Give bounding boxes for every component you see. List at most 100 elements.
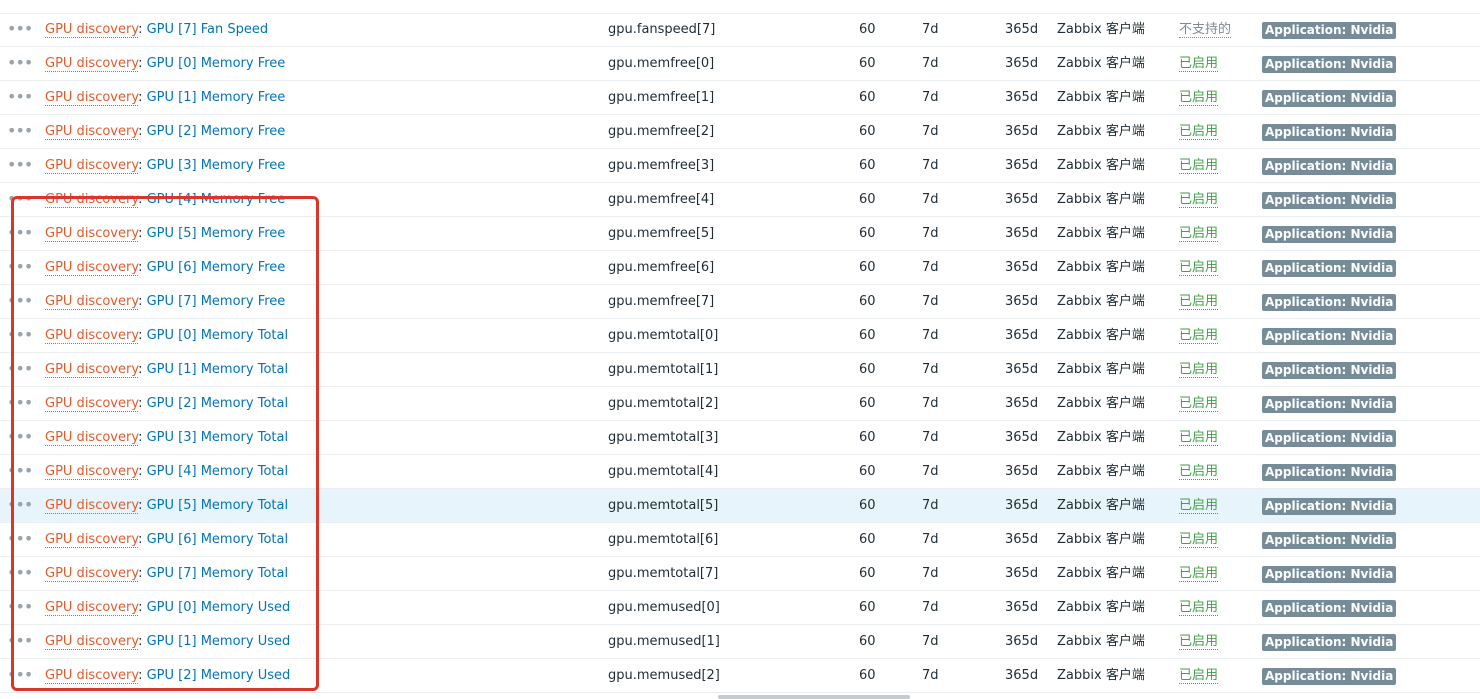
discovery-rule-link[interactable]: GPU discovery: [45, 158, 139, 174]
ellipsis-icon[interactable]: •••: [7, 421, 33, 454]
item-name-link[interactable]: GPU [1] Memory Used: [147, 634, 291, 649]
application-tag[interactable]: Application: Nvidia: [1262, 668, 1397, 685]
status-toggle[interactable]: 已启用: [1179, 217, 1219, 250]
item-name-link[interactable]: GPU [0] Memory Free: [147, 56, 286, 71]
table-row[interactable]: ••• GPU discovery: GPU [6] Memory Free gpu…: [0, 251, 1480, 285]
item-name-link[interactable]: GPU [4] Memory Free: [147, 192, 286, 207]
horizontal-scrollbar[interactable]: [718, 695, 910, 699]
table-row[interactable]: ••• GPU discovery: GPU [6] Memory Total gp…: [0, 523, 1480, 557]
item-name-link[interactable]: GPU [0] Memory Used: [147, 600, 291, 615]
discovery-rule-link[interactable]: GPU discovery: [45, 192, 139, 208]
application-tag[interactable]: Application: Nvidia: [1262, 124, 1397, 141]
discovery-rule-link[interactable]: GPU discovery: [45, 464, 139, 480]
discovery-rule-link[interactable]: GPU discovery: [45, 600, 139, 616]
ellipsis-icon[interactable]: •••: [7, 557, 33, 590]
application-tag[interactable]: Application: Nvidia: [1262, 532, 1397, 549]
status-toggle[interactable]: 已启用: [1179, 523, 1219, 556]
item-name-link[interactable]: GPU [4] Memory Total: [147, 464, 288, 479]
table-row[interactable]: ••• GPU discovery: GPU [2] Memory Total gp…: [0, 387, 1480, 421]
status-toggle[interactable]: 已启用: [1179, 319, 1219, 352]
table-row[interactable]: ••• GPU discovery: GPU [3] Memory Total gp…: [0, 421, 1480, 455]
application-tag[interactable]: Application: Nvidia: [1262, 396, 1397, 413]
table-row[interactable]: ••• GPU discovery: GPU [7] Memory Free gpu…: [0, 285, 1480, 319]
ellipsis-icon[interactable]: •••: [7, 523, 33, 556]
table-row[interactable]: ••• GPU discovery: GPU [1] Memory Free gpu…: [0, 81, 1480, 115]
status-toggle[interactable]: 已启用: [1179, 659, 1219, 692]
discovery-rule-link[interactable]: GPU discovery: [45, 532, 139, 548]
discovery-rule-link[interactable]: GPU discovery: [45, 90, 139, 106]
discovery-rule-link[interactable]: GPU discovery: [45, 668, 139, 684]
status-toggle[interactable]: 已启用: [1179, 353, 1219, 386]
application-tag[interactable]: Application: Nvidia: [1262, 226, 1397, 243]
item-name-link[interactable]: GPU [1] Memory Total: [147, 362, 288, 377]
table-row[interactable]: ••• GPU discovery: GPU [7] Memory Total gp…: [0, 557, 1480, 591]
item-name-link[interactable]: GPU [2] Memory Total: [147, 396, 288, 411]
table-row[interactable]: ••• GPU discovery: GPU [2] Memory Free gpu…: [0, 115, 1480, 149]
application-tag[interactable]: Application: Nvidia: [1262, 430, 1397, 447]
discovery-rule-link[interactable]: GPU discovery: [45, 294, 139, 310]
item-name-link[interactable]: GPU [3] Memory Total: [147, 430, 288, 445]
application-tag[interactable]: Application: Nvidia: [1262, 56, 1397, 73]
application-tag[interactable]: Application: Nvidia: [1262, 634, 1397, 651]
table-row[interactable]: ••• GPU discovery: GPU [0] Memory Total gp…: [0, 319, 1480, 353]
application-tag[interactable]: Application: Nvidia: [1262, 566, 1397, 583]
discovery-rule-link[interactable]: GPU discovery: [45, 634, 139, 650]
ellipsis-icon[interactable]: •••: [7, 319, 33, 352]
ellipsis-icon[interactable]: •••: [7, 489, 33, 522]
item-name-link[interactable]: GPU [1] Memory Free: [147, 90, 286, 105]
status-toggle[interactable]: 已启用: [1179, 251, 1219, 284]
application-tag[interactable]: Application: Nvidia: [1262, 260, 1397, 277]
application-tag[interactable]: Application: Nvidia: [1262, 90, 1397, 107]
table-row[interactable]: ••• GPU discovery: GPU [5] Memory Total gp…: [0, 489, 1480, 523]
table-row[interactable]: ••• GPU discovery: GPU [0] Memory Free gpu…: [0, 47, 1480, 81]
table-row[interactable]: ••• GPU discovery: GPU [4] Memory Total gp…: [0, 455, 1480, 489]
discovery-rule-link[interactable]: GPU discovery: [45, 362, 139, 378]
application-tag[interactable]: Application: Nvidia: [1262, 498, 1397, 515]
table-row[interactable]: ••• GPU discovery: GPU [1] Memory Total gp…: [0, 353, 1480, 387]
item-name-link[interactable]: GPU [5] Memory Free: [147, 226, 286, 241]
table-row[interactable]: ••• GPU discovery: GPU [2] Memory Used gpu…: [0, 659, 1480, 693]
status-toggle[interactable]: 已启用: [1179, 489, 1219, 522]
ellipsis-icon[interactable]: •••: [7, 47, 33, 80]
status-toggle[interactable]: 已启用: [1179, 115, 1219, 148]
ellipsis-icon[interactable]: •••: [7, 217, 33, 250]
ellipsis-icon[interactable]: •••: [7, 387, 33, 420]
application-tag[interactable]: Application: Nvidia: [1262, 158, 1397, 175]
status-toggle[interactable]: 已启用: [1179, 285, 1219, 318]
status-toggle[interactable]: 已启用: [1179, 557, 1219, 590]
item-name-link[interactable]: GPU [7] Fan Speed: [147, 22, 268, 37]
discovery-rule-link[interactable]: GPU discovery: [45, 22, 139, 38]
table-row[interactable]: ••• GPU discovery: GPU [7] Fan Speed gpu.f…: [0, 13, 1480, 47]
table-row[interactable]: ••• GPU discovery: GPU [0] Memory Used gpu…: [0, 591, 1480, 625]
application-tag[interactable]: Application: Nvidia: [1262, 22, 1397, 39]
item-name-link[interactable]: GPU [7] Memory Free: [147, 294, 286, 309]
ellipsis-icon[interactable]: •••: [7, 659, 33, 692]
item-name-link[interactable]: GPU [0] Memory Total: [147, 328, 288, 343]
application-tag[interactable]: Application: Nvidia: [1262, 362, 1397, 379]
discovery-rule-link[interactable]: GPU discovery: [45, 498, 139, 514]
ellipsis-icon[interactable]: •••: [7, 13, 33, 46]
status-toggle[interactable]: 已启用: [1179, 455, 1219, 488]
discovery-rule-link[interactable]: GPU discovery: [45, 124, 139, 140]
status-toggle[interactable]: 已启用: [1179, 47, 1219, 80]
item-name-link[interactable]: GPU [2] Memory Free: [147, 124, 286, 139]
item-name-link[interactable]: GPU [5] Memory Total: [147, 498, 288, 513]
table-row[interactable]: ••• GPU discovery: GPU [1] Memory Used gpu…: [0, 625, 1480, 659]
application-tag[interactable]: Application: Nvidia: [1262, 328, 1397, 345]
application-tag[interactable]: Application: Nvidia: [1262, 600, 1397, 617]
ellipsis-icon[interactable]: •••: [7, 251, 33, 284]
ellipsis-icon[interactable]: •••: [7, 591, 33, 624]
discovery-rule-link[interactable]: GPU discovery: [45, 566, 139, 582]
application-tag[interactable]: Application: Nvidia: [1262, 192, 1397, 209]
ellipsis-icon[interactable]: •••: [7, 149, 33, 182]
status-toggle[interactable]: 已启用: [1179, 387, 1219, 420]
application-tag[interactable]: Application: Nvidia: [1262, 294, 1397, 311]
application-tag[interactable]: Application: Nvidia: [1262, 464, 1397, 481]
status-toggle[interactable]: 已启用: [1179, 625, 1219, 658]
status-toggle[interactable]: 已启用: [1179, 81, 1219, 114]
ellipsis-icon[interactable]: •••: [7, 455, 33, 488]
status-toggle[interactable]: 已启用: [1179, 183, 1219, 216]
status-toggle[interactable]: 已启用: [1179, 421, 1219, 454]
discovery-rule-link[interactable]: GPU discovery: [45, 260, 139, 276]
item-name-link[interactable]: GPU [7] Memory Total: [147, 566, 288, 581]
